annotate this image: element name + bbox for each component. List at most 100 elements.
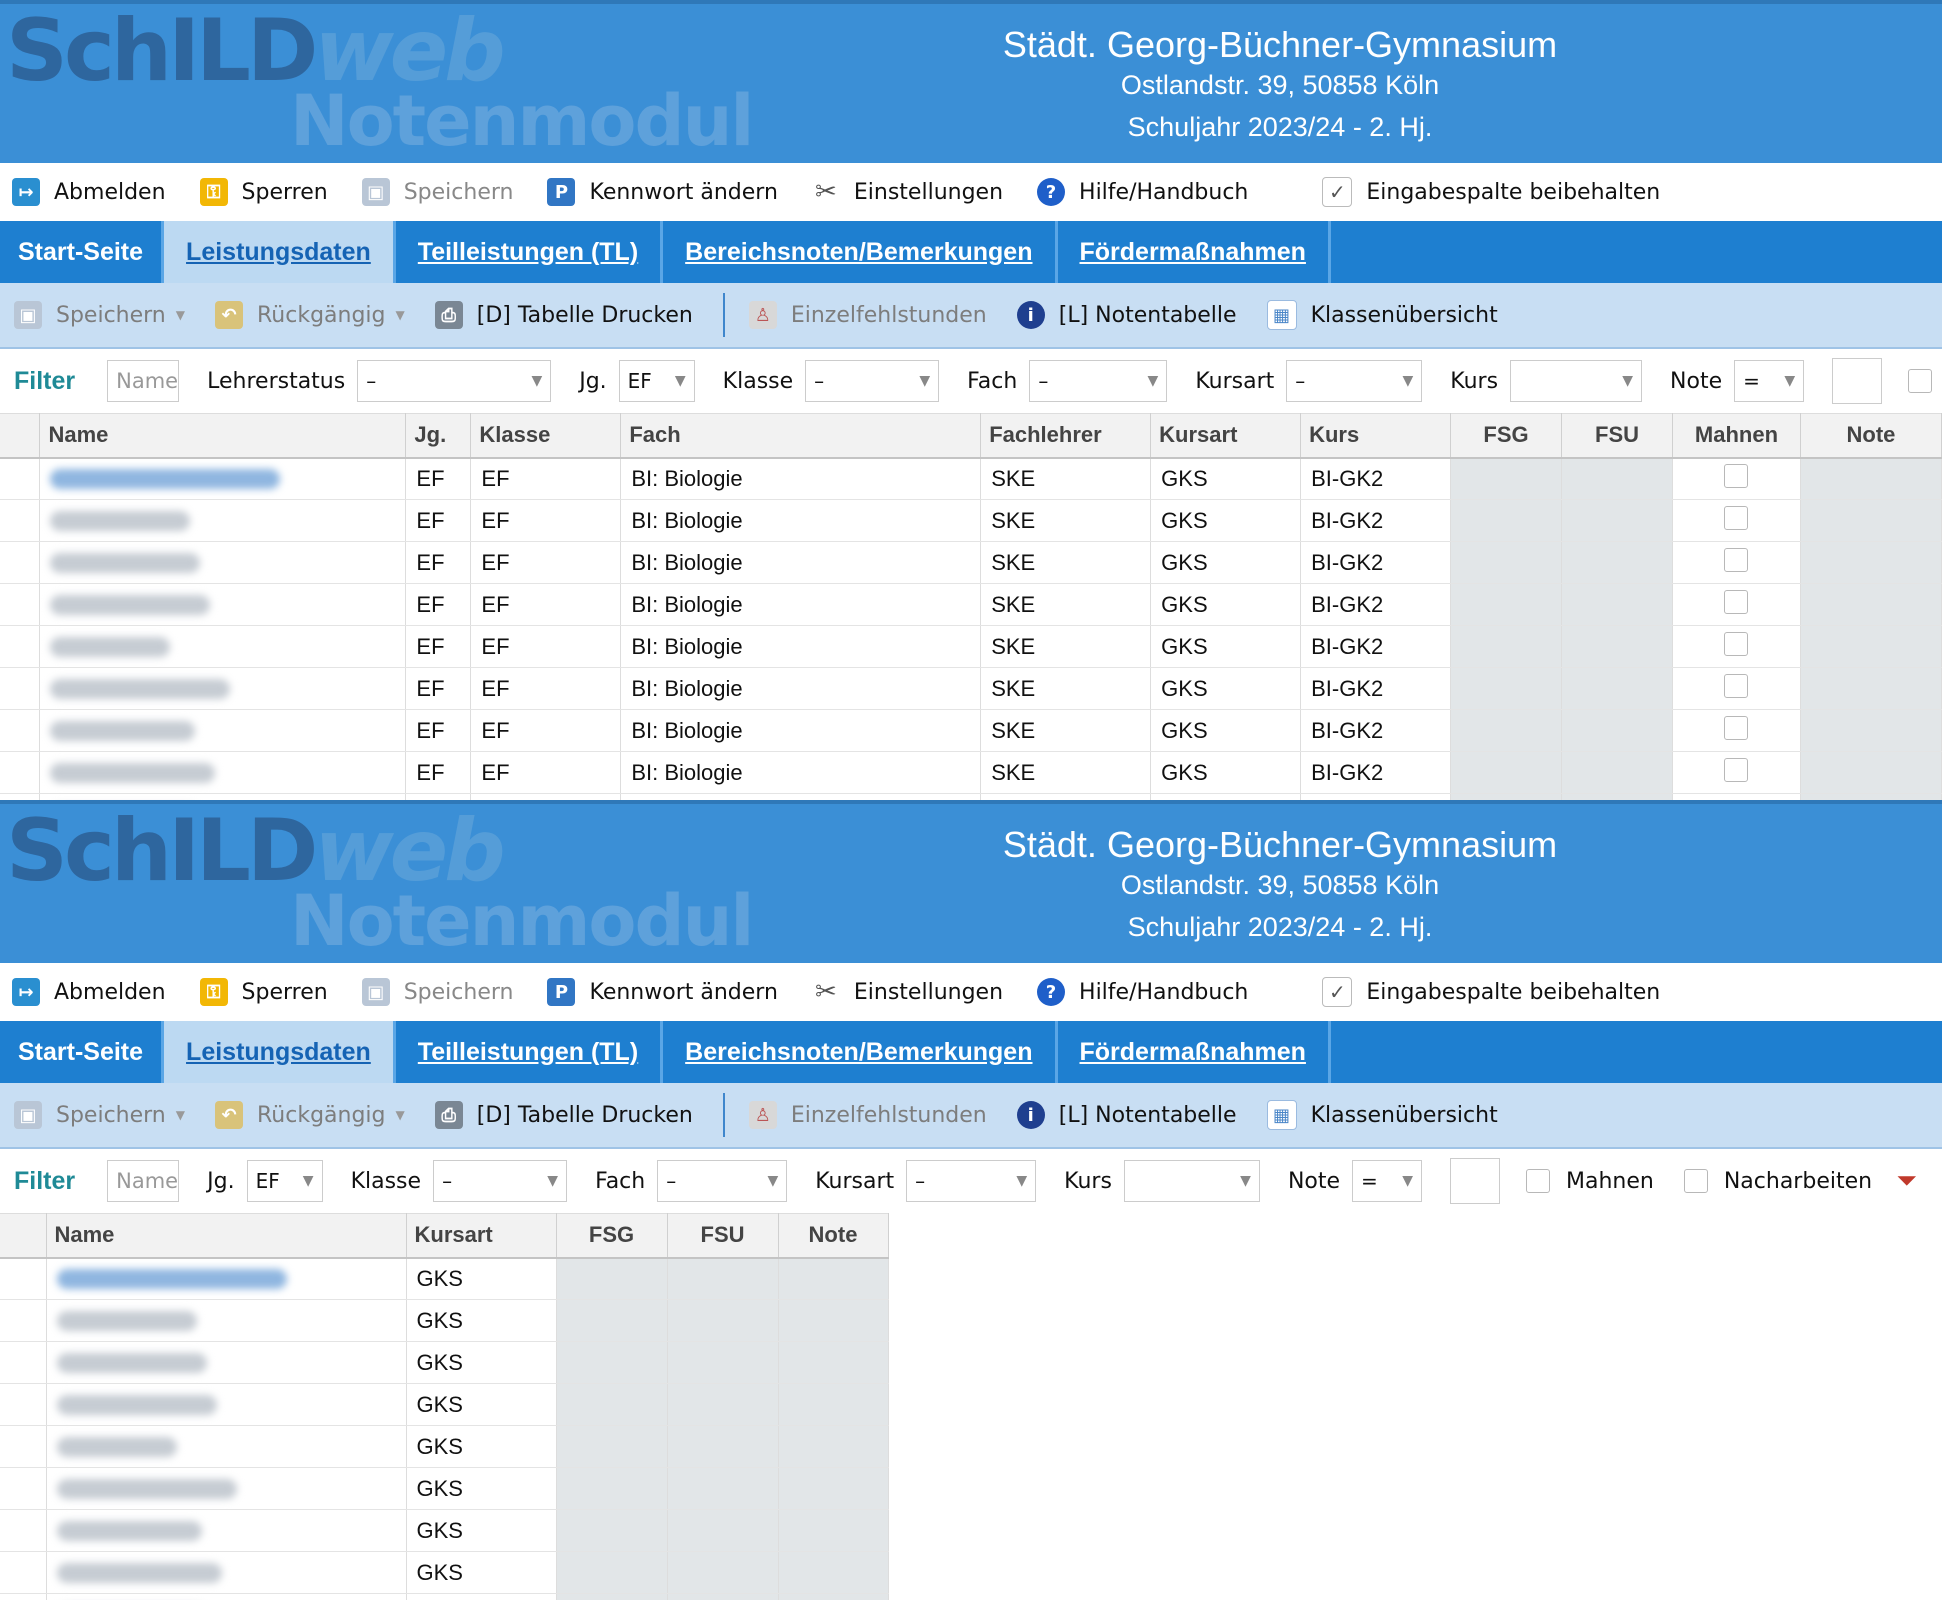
kursart-select[interactable]: – ▼ <box>906 1160 1037 1202</box>
col-header-klasse[interactable]: Klasse <box>470 413 622 459</box>
table-row[interactable]: EF EF BI: Biologie SKE GKS BI-GK2 <box>0 667 1942 710</box>
table-row[interactable]: GKS <box>0 1551 889 1594</box>
cell-fsg[interactable] <box>1450 709 1563 752</box>
table-row[interactable]: GKS <box>0 1425 889 1468</box>
table-row[interactable]: EF EF BI: Biologie SKE GKS BI-GK2 <box>0 709 1942 752</box>
table-row[interactable]: EF EF BI: Biologie SKE GKS BI-GK2 <box>0 583 1942 626</box>
toolbar-save-button[interactable]: ▣ Speichern ▼ <box>14 1101 185 1129</box>
col-header-fsu[interactable]: FSU <box>1561 413 1673 459</box>
cell-fsu[interactable] <box>1561 583 1673 626</box>
cell-fsg[interactable] <box>1450 667 1563 710</box>
kurs-select[interactable]: ▼ <box>1123 1160 1260 1202</box>
col-header-fachlehrer[interactable]: Fachlehrer <box>980 413 1152 459</box>
toolbar-grade-table-button[interactable]: i [L] Notentabelle <box>1016 301 1237 329</box>
mahnen-checkbox[interactable] <box>1724 715 1749 740</box>
lock-button[interactable]: ⚿ Sperren <box>199 178 328 206</box>
table-row[interactable]: GKS <box>0 1383 889 1426</box>
cell-fsu[interactable] <box>1561 667 1673 710</box>
table-row[interactable]: EF EF BI: Biologie SKE GKS BI-GK2 <box>0 751 1942 794</box>
tab-teilleistungen[interactable]: Teilleistungen (TL) <box>396 221 664 283</box>
cell-fsu[interactable] <box>667 1551 779 1594</box>
cell-fsu[interactable] <box>667 1509 779 1552</box>
logout-button[interactable]: ↦ Abmelden <box>12 978 166 1006</box>
col-header-note[interactable]: Note <box>1800 413 1942 459</box>
keep-column-checkbox[interactable]: ✓ Eingabespalte beibehalten <box>1322 177 1660 207</box>
cell-note[interactable] <box>1800 457 1942 500</box>
kursart-select[interactable]: – ▼ <box>1286 360 1423 402</box>
klasse-select[interactable]: – ▼ <box>805 360 940 402</box>
mahnen-checkbox[interactable] <box>1724 463 1749 488</box>
tab-foerdermassnahmen[interactable]: Fördermaßnahmen <box>1058 221 1331 283</box>
keep-column-checkbox[interactable]: ✓ Eingabespalte beibehalten <box>1322 977 1660 1007</box>
col-header-note[interactable]: Note <box>778 1213 889 1259</box>
toolbar-class-overview-button[interactable]: ▦ Klassenübersicht <box>1266 1100 1498 1130</box>
col-header-kursart[interactable]: Kursart <box>406 1213 557 1259</box>
fach-select[interactable]: – ▼ <box>1029 360 1168 402</box>
mahnen-checkbox[interactable] <box>1724 547 1749 572</box>
cell-fsg[interactable] <box>1450 583 1563 626</box>
cell-note[interactable] <box>1800 751 1942 794</box>
help-button[interactable]: ? Hilfe/Handbuch <box>1037 178 1248 206</box>
col-header-fsg[interactable]: FSG <box>1450 413 1563 459</box>
cell-fsg[interactable] <box>1450 499 1563 542</box>
nacharbeiten-filter-checkbox[interactable] <box>1683 1169 1708 1193</box>
toolbar-print-button[interactable]: ⎙ [D] Tabelle Drucken <box>434 1101 693 1129</box>
fach-select[interactable]: – ▼ <box>657 1160 788 1202</box>
mahnen-filter-checkbox[interactable] <box>1526 1169 1551 1193</box>
tab-foerdermassnahmen[interactable]: Fördermaßnahmen <box>1058 1021 1331 1083</box>
cell-fsu[interactable] <box>667 1425 779 1468</box>
cell-fsg[interactable] <box>556 1425 668 1468</box>
cell-note[interactable] <box>778 1593 889 1600</box>
jg-select[interactable]: EF ▼ <box>246 1160 323 1202</box>
table-row[interactable]: EF EF BI: Biologie SKE GKS BI-GK2 <box>0 499 1942 542</box>
cell-fsu[interactable] <box>1561 751 1673 794</box>
note-value-input[interactable] <box>1832 358 1883 404</box>
cell-fsu[interactable] <box>1561 709 1673 752</box>
help-button[interactable]: ? Hilfe/Handbuch <box>1037 978 1248 1006</box>
toolbar-class-overview-button[interactable]: ▦ Klassenübersicht <box>1266 300 1498 330</box>
lock-button[interactable]: ⚿ Sperren <box>199 978 328 1006</box>
cell-note[interactable] <box>1800 667 1942 710</box>
cell-fsg[interactable] <box>556 1467 668 1510</box>
col-header-name[interactable]: Name <box>46 1213 407 1259</box>
cell-note[interactable] <box>1800 541 1942 584</box>
name-filter-input[interactable]: Name <box>107 1160 180 1202</box>
tab-leistungsdaten[interactable]: Leistungsdaten <box>164 1021 396 1083</box>
table-row[interactable]: GKS <box>0 1299 889 1342</box>
toolbar-absence-button[interactable]: ♙ Einzelfehlstunden <box>748 1101 987 1129</box>
toolbar-grade-table-button[interactable]: i [L] Notentabelle <box>1016 1101 1237 1129</box>
col-header-fsu[interactable]: FSU <box>667 1213 779 1259</box>
change-password-button[interactable]: P Kennwort ändern <box>547 178 778 206</box>
cell-note[interactable] <box>778 1383 889 1426</box>
cell-fsu[interactable] <box>1561 499 1673 542</box>
kurs-select[interactable]: ▼ <box>1510 360 1643 402</box>
cell-fsu[interactable] <box>667 1593 779 1600</box>
cell-fsu[interactable] <box>667 1299 779 1342</box>
settings-button[interactable]: ✂ Einstellungen <box>811 977 1003 1007</box>
col-header-fsg[interactable]: FSG <box>556 1213 668 1259</box>
mahnen-checkbox[interactable] <box>1724 673 1749 698</box>
save-button[interactable]: ▣ Speichern <box>361 978 513 1006</box>
mahnen-checkbox[interactable] <box>1724 631 1749 656</box>
table-row[interactable]: GKS <box>0 1467 889 1510</box>
name-filter-input[interactable]: Name <box>107 360 180 402</box>
note-operator-select[interactable]: = ▼ <box>1734 360 1805 402</box>
lehrerstatus-select[interactable]: – ▼ <box>357 360 552 402</box>
col-header-kursart[interactable]: Kursart <box>1150 413 1302 459</box>
tab-start[interactable]: Start-Seite <box>0 1021 165 1083</box>
logout-button[interactable]: ↦ Abmelden <box>12 178 166 206</box>
cell-fsu[interactable] <box>1561 457 1673 500</box>
cell-note[interactable] <box>1800 625 1942 668</box>
filter-funnel-icon[interactable]: ⏷ <box>1896 1166 1917 1197</box>
col-header-fach[interactable]: Fach <box>620 413 982 459</box>
cell-fsg[interactable] <box>556 1593 668 1600</box>
cell-fsg[interactable] <box>556 1551 668 1594</box>
toolbar-absence-button[interactable]: ♙ Einzelfehlstunden <box>748 301 987 329</box>
cell-fsg[interactable] <box>1450 751 1563 794</box>
table-row[interactable]: EF EF BI: Biologie SKE GKS BI-GK2 <box>0 625 1942 668</box>
toolbar-save-button[interactable]: ▣ Speichern ▼ <box>14 301 185 329</box>
cell-note[interactable] <box>1800 583 1942 626</box>
cell-fsg[interactable] <box>556 1509 668 1552</box>
col-header-mahnen[interactable]: Mahnen <box>1672 413 1801 459</box>
tab-teilleistungen[interactable]: Teilleistungen (TL) <box>396 1021 664 1083</box>
